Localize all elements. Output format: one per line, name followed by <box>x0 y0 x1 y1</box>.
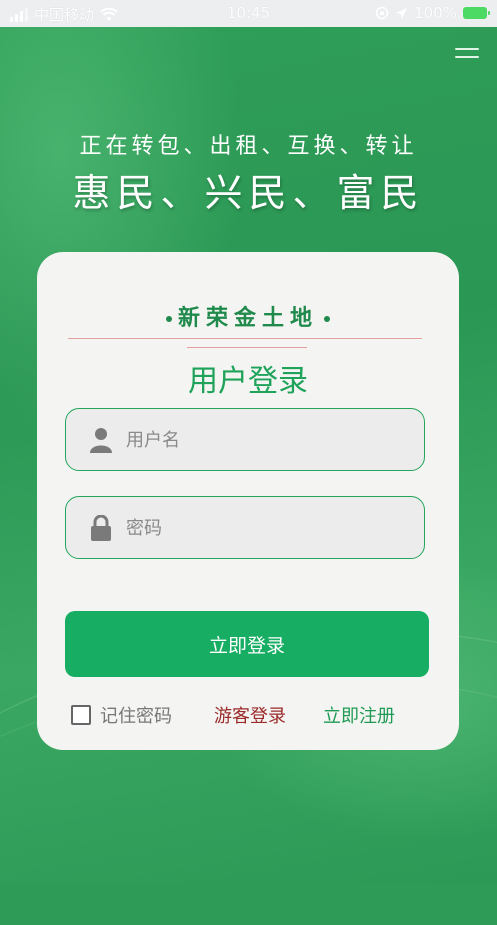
slogan-line-2: 惠民、兴民、富民 <box>72 171 425 215</box>
battery-icon <box>463 7 490 19</box>
battery-percent: 100% <box>414 4 457 22</box>
login-button[interactable]: 立即登录 <box>65 611 429 677</box>
brand-divider <box>68 338 422 339</box>
remember-label: 记住密码 <box>100 706 172 727</box>
user-icon <box>90 428 112 453</box>
location-icon <box>396 7 408 19</box>
hamburger-line <box>455 56 479 58</box>
lock-icon <box>91 515 111 541</box>
login-options-row: 记住密码 游客登录 立即注册 <box>71 702 431 728</box>
brand-dot-right <box>324 316 330 322</box>
remember-checkbox[interactable] <box>71 705 91 725</box>
brand-dot-left <box>165 316 172 322</box>
hamburger-line <box>455 48 479 50</box>
username-field[interactable] <box>65 408 425 471</box>
login-card: 新荣金土地 用户登录 立即登录 记住密码 游客登录 立即注册 <box>37 252 459 750</box>
remember-password-toggle[interactable]: 记住密码 <box>71 702 172 728</box>
status-bar: 中国移动 10:45 100% <box>0 0 497 27</box>
password-input[interactable] <box>124 497 418 559</box>
status-right: 100% <box>375 4 490 22</box>
slogan-line-1: 正在转包、出租、互换、转让 <box>79 134 418 159</box>
title-divider <box>187 347 307 348</box>
guest-login-link[interactable]: 游客登录 <box>214 702 286 728</box>
brand-name: 新荣金土地 <box>177 305 318 331</box>
menu-button[interactable] <box>455 48 479 64</box>
brand-title: 新荣金土地 <box>37 300 459 332</box>
login-title: 用户登录 <box>188 364 308 399</box>
register-link[interactable]: 立即注册 <box>323 702 395 728</box>
username-input[interactable] <box>124 409 418 471</box>
password-field[interactable] <box>65 496 425 559</box>
orientation-lock-icon <box>375 6 389 20</box>
